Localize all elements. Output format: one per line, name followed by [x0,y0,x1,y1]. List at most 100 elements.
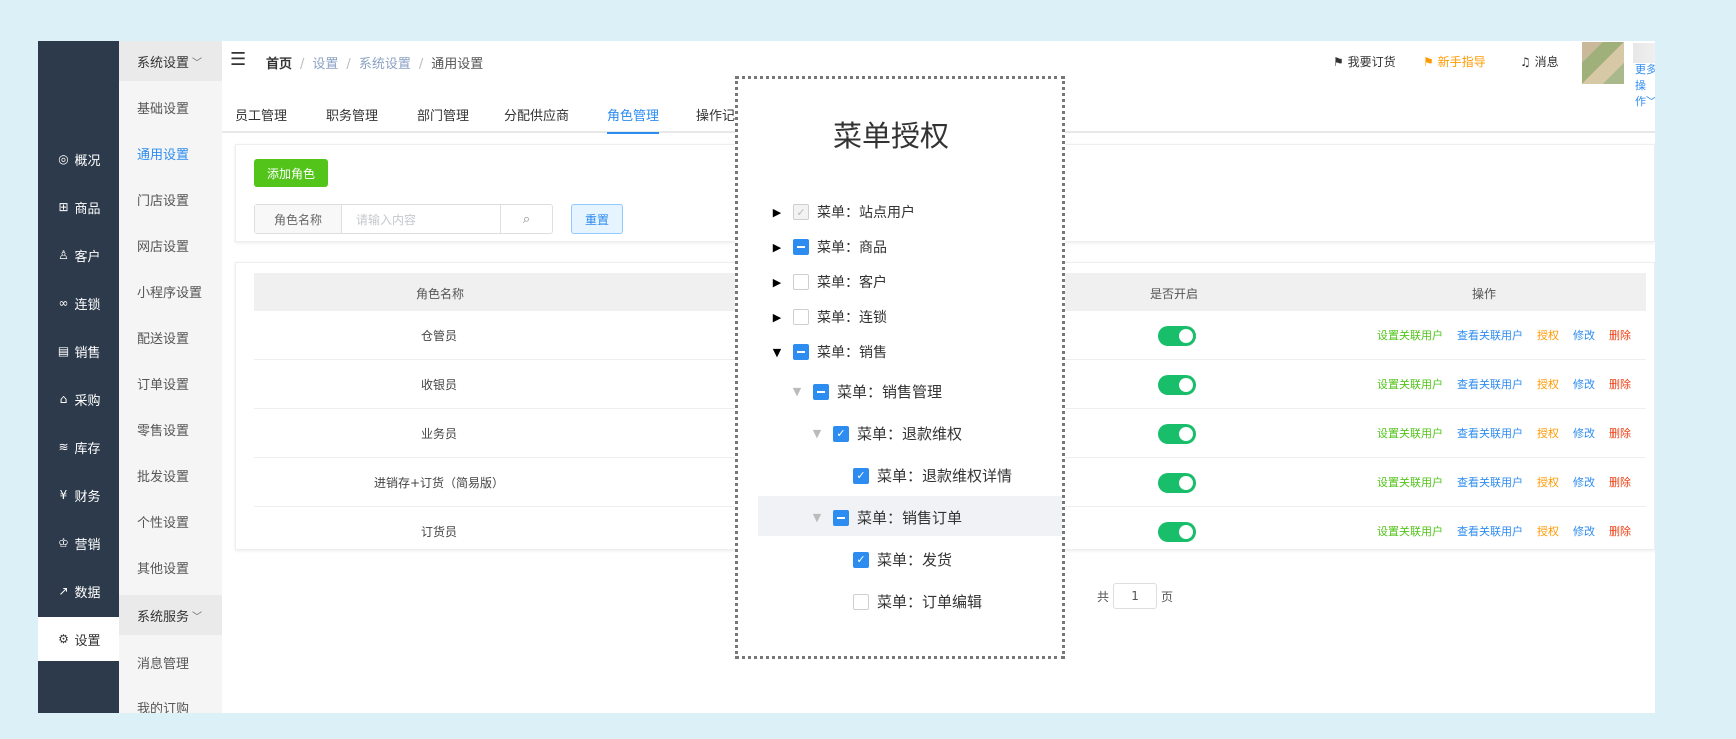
subnav-group-system-services[interactable]: 系统服务 ﹀ [119,595,222,635]
tab-assign-suppliers[interactable]: 分配供应商 [504,105,569,124]
subnav-item-basic[interactable]: 基础设置 [137,98,189,117]
edit-link[interactable]: 修改 [1573,427,1595,440]
caret-right-icon[interactable]: ▶ [771,206,783,219]
beginner-guide-link[interactable]: ⚑ 新手指导 [1423,53,1486,70]
checkbox[interactable] [793,344,809,360]
reset-button[interactable]: 重置 [571,204,623,234]
checkbox[interactable] [813,383,829,400]
tree-node-order-edit[interactable]: ▼ 菜单：订单编辑 [831,591,982,612]
delete-link[interactable]: 删除 [1609,525,1631,538]
tree-node-site-users[interactable]: ▶ ✓ 菜单：站点用户 [771,202,915,222]
nav-item-chain[interactable]: ∞ 连锁 [38,281,119,325]
search-icon[interactable]: ⌕ [500,205,552,233]
tree-node-refund-detail[interactable]: ▼ ✓ 菜单：退款维权详情 [831,465,1012,486]
nav-item-finance[interactable]: ¥ 财务 [38,473,119,517]
subnav-item-other[interactable]: 其他设置 [137,558,189,577]
nav-item-data[interactable]: ↗ 数据 [38,569,119,613]
caret-right-icon[interactable]: ▶ [771,241,783,254]
subnav-item-messages[interactable]: 消息管理 [137,653,189,672]
subnav-item-delivery[interactable]: 配送设置 [137,328,189,347]
nav-item-marketing[interactable]: ♔ 营销 [38,521,119,565]
view-linked-users-link[interactable]: 查看关联用户 [1457,329,1523,342]
caret-down-icon[interactable]: ▼ [811,427,823,440]
nav-item-inventory[interactable]: ≋ 库存 [38,425,119,469]
enabled-toggle[interactable] [1158,424,1196,444]
authorize-link[interactable]: 授权 [1537,476,1559,489]
checkbox[interactable]: ✓ [853,467,869,484]
view-linked-users-link[interactable]: 查看关联用户 [1457,476,1523,489]
enabled-toggle[interactable] [1158,326,1196,346]
edit-link[interactable]: 修改 [1573,476,1595,489]
enabled-toggle[interactable] [1158,522,1196,542]
nav-item-purchase[interactable]: ⌂ 采购 [38,377,119,421]
caret-down-icon[interactable]: ▼ [811,511,823,524]
subnav-item-general[interactable]: 通用设置 [137,144,189,163]
caret-down-icon[interactable]: ▼ [771,346,783,359]
menu-toggle-icon[interactable]: ☰ [230,51,246,69]
nav-item-goods[interactable]: ⊞ 商品 [38,185,119,229]
messages-link[interactable]: ♫ 消息 [1520,53,1559,70]
set-linked-users-link[interactable]: 设置关联用户 [1377,378,1443,391]
tab-operation-log[interactable]: 操作记 [696,105,735,124]
more-actions-dropdown[interactable]: 更多操作﹀ [1635,61,1655,109]
caret-right-icon[interactable]: ▶ [771,276,783,289]
edit-link[interactable]: 修改 [1573,525,1595,538]
avatar[interactable] [1582,42,1624,84]
authorize-link[interactable]: 授权 [1537,378,1559,391]
page-number-input[interactable]: 1 [1113,583,1158,609]
subnav-item-store[interactable]: 门店设置 [137,190,189,209]
view-linked-users-link[interactable]: 查看关联用户 [1457,427,1523,440]
caret-right-icon[interactable]: ▶ [771,311,783,324]
checkbox[interactable] [853,593,869,610]
tab-positions[interactable]: 职务管理 [326,105,378,124]
order-goods-link[interactable]: ⚑ 我要订货 [1333,53,1396,70]
tree-node-sales-management[interactable]: ▼ 菜单：销售管理 [791,381,942,402]
edit-link[interactable]: 修改 [1573,329,1595,342]
subnav-item-online-store[interactable]: 网店设置 [137,236,189,255]
search-input[interactable]: 请输入内容 [342,205,500,233]
nav-item-settings[interactable]: ⚙ 设置 [38,617,119,661]
enabled-toggle[interactable] [1158,375,1196,395]
checkbox[interactable] [833,509,849,526]
tree-node-refund[interactable]: ▼ ✓ 菜单：退款维权 [811,423,962,444]
tree-node-ship[interactable]: ▼ ✓ 菜单：发货 [831,549,952,570]
tree-node-customers[interactable]: ▶ 菜单：客户 [771,272,887,292]
edit-link[interactable]: 修改 [1573,378,1595,391]
subnav-item-retail[interactable]: 零售设置 [137,420,189,439]
nav-item-customers[interactable]: ♙ 客户 [38,233,119,277]
subnav-item-personal[interactable]: 个性设置 [137,512,189,531]
subnav-item-my-orders[interactable]: 我的订购 [137,698,189,713]
subnav-item-wholesale[interactable]: 批发设置 [137,466,189,485]
add-role-button[interactable]: 添加角色 [254,159,328,187]
subnav-item-order[interactable]: 订单设置 [137,374,189,393]
authorize-link[interactable]: 授权 [1537,525,1559,538]
tree-node-goods[interactable]: ▶ 菜单：商品 [771,237,887,257]
tree-node-sales-orders[interactable]: ▼ 菜单：销售订单 [811,507,962,528]
delete-link[interactable]: 删除 [1609,476,1631,489]
caret-down-icon[interactable]: ▼ [791,385,803,398]
tree-node-sales[interactable]: ▼ 菜单：销售 [771,342,887,362]
breadcrumb-settings[interactable]: 设置 [312,57,338,72]
checkbox[interactable]: ✓ [833,425,849,442]
set-linked-users-link[interactable]: 设置关联用户 [1377,525,1443,538]
set-linked-users-link[interactable]: 设置关联用户 [1377,427,1443,440]
delete-link[interactable]: 删除 [1609,427,1631,440]
breadcrumb-home[interactable]: 首页 [266,57,292,72]
set-linked-users-link[interactable]: 设置关联用户 [1377,329,1443,342]
subnav-group-system-settings[interactable]: 系统设置 ﹀ [119,41,222,81]
tree-node-chain[interactable]: ▶ 菜单：连锁 [771,307,887,327]
view-linked-users-link[interactable]: 查看关联用户 [1457,378,1523,391]
enabled-toggle[interactable] [1158,473,1196,493]
view-linked-users-link[interactable]: 查看关联用户 [1457,525,1523,538]
delete-link[interactable]: 删除 [1609,378,1631,391]
authorize-link[interactable]: 授权 [1537,427,1559,440]
nav-item-overview[interactable]: ◎ 概况 [38,137,119,181]
tab-roles[interactable]: 角色管理 [607,105,660,134]
checkbox[interactable] [793,274,809,290]
set-linked-users-link[interactable]: 设置关联用户 [1377,476,1443,489]
checkbox[interactable] [793,309,809,325]
checkbox[interactable] [793,239,809,255]
delete-link[interactable]: 删除 [1609,329,1631,342]
subnav-item-miniprogram[interactable]: 小程序设置 [137,282,202,301]
breadcrumb-system-settings[interactable]: 系统设置 [359,57,411,72]
